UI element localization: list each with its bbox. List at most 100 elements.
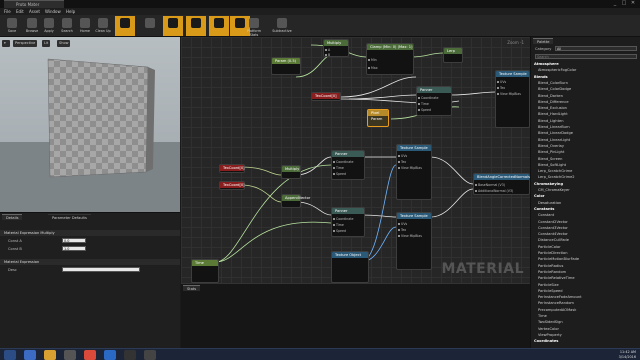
ie-icon[interactable]: [24, 350, 36, 360]
maximize-button[interactable]: □: [621, 1, 627, 6]
palette-item[interactable]: Desaturation: [538, 201, 561, 205]
palette-item[interactable]: AtmosphericFogColor: [538, 68, 576, 72]
palette-item[interactable]: Blend_Overlay: [538, 144, 564, 148]
node-panner-top[interactable]: Panner Coordinate Time Speed: [416, 86, 452, 116]
palette-category[interactable]: Blends: [534, 75, 548, 79]
palette-item[interactable]: PerInstanceFadeAmount: [538, 295, 582, 299]
palette-item[interactable]: Blend_Exclusion: [538, 106, 567, 110]
app-icon[interactable]: [104, 350, 116, 360]
live-preview-toggle[interactable]: [140, 16, 160, 36]
palette-item[interactable]: TwoSidedSign: [538, 320, 563, 324]
palette-item[interactable]: Blend_HardLight: [538, 112, 568, 116]
node-texture-sample-bottom[interactable]: Texture Sample UVs Tex View MipBias: [396, 212, 432, 270]
palette-item[interactable]: Lerp_ScratchGrime2: [538, 175, 575, 179]
start-icon[interactable]: [4, 350, 16, 360]
show-button[interactable]: Show: [57, 40, 71, 47]
palette-item[interactable]: Constant3Vector: [538, 226, 568, 230]
palette-item[interactable]: Lerp_ScratchGrime: [538, 169, 572, 173]
node-append[interactable]: AppendVector: [281, 194, 310, 208]
subtractive-button[interactable]: Subtractive: [271, 16, 293, 36]
palette-item[interactable]: Blend_Difference: [538, 100, 569, 104]
palette-item[interactable]: Blend_Screen: [538, 157, 562, 161]
palette-item[interactable]: ParticleColor: [538, 245, 561, 249]
palette-category[interactable]: Color: [534, 194, 545, 198]
palette-item[interactable]: Blend_LinearLight: [538, 138, 570, 142]
palette-item[interactable]: Constant2Vector: [538, 220, 568, 224]
material-graph[interactable]: Multiply A B Clamp (Min: 0) (Max: 1) Min…: [181, 37, 530, 283]
const-a-field[interactable]: 0.0: [62, 238, 86, 243]
palette-search-input[interactable]: Search: [535, 54, 637, 59]
palette-item[interactable]: PrecomputedAOMask: [538, 308, 576, 312]
tab-parameter-defaults[interactable]: Parameter Defaults: [48, 214, 91, 220]
palette-item[interactable]: CM_ChromaKeyer: [538, 188, 570, 192]
clean-up-button[interactable]: Clean Up: [93, 16, 113, 36]
palette-item[interactable]: ParticleRandom: [538, 270, 566, 274]
palette-item[interactable]: ParticleMotionBlurFade: [538, 257, 579, 261]
node-time-bottom[interactable]: Time: [191, 259, 219, 283]
media-icon[interactable]: [64, 350, 76, 360]
desc-field[interactable]: [62, 267, 140, 272]
viewport-menu-button[interactable]: ▾: [2, 40, 10, 47]
minimize-button[interactable]: _: [612, 1, 618, 6]
palette-item[interactable]: Blend_ColorDodge: [538, 87, 571, 91]
node-texture-object[interactable]: Texture Object: [331, 251, 369, 283]
app2-icon[interactable]: [144, 350, 156, 360]
palette-item[interactable]: VertexColor: [538, 327, 559, 331]
palette-item[interactable]: ViewProperty: [538, 333, 562, 337]
palette-item[interactable]: ParticleSize: [538, 283, 559, 287]
menu-edit[interactable]: Edit: [16, 8, 24, 15]
palette-item[interactable]: ParticleRelativeTime: [538, 276, 575, 280]
node-param-scale[interactable]: Param (0.5): [271, 57, 301, 75]
platform-stats-button[interactable]: Platform Stats: [243, 16, 265, 37]
node-panner-2[interactable]: Panner Coordinate Time Speed: [331, 150, 365, 180]
node-texcoord-top[interactable]: TexCoord[0]: [311, 92, 341, 101]
category-select[interactable]: All: [555, 46, 637, 51]
palette-item[interactable]: Constant4Vector: [538, 232, 568, 236]
live-nodes-toggle[interactable]: [163, 16, 183, 36]
search-button[interactable]: Search: [57, 16, 77, 36]
menu-help[interactable]: Help: [66, 8, 75, 15]
apply-button[interactable]: Apply: [39, 16, 59, 36]
palette-item[interactable]: Blend_PinLight: [538, 150, 564, 154]
node-blend-normals[interactable]: BlendAngleCorrectedNormals BaseNormal (V…: [473, 173, 530, 195]
palette-item[interactable]: Blend_SoftLight: [538, 163, 566, 167]
palette-item[interactable]: Blend_Lighten: [538, 119, 564, 123]
palette-item[interactable]: Blend_Darken: [538, 94, 563, 98]
node-lerp[interactable]: Lerp: [443, 47, 463, 63]
menu-asset[interactable]: Asset: [29, 8, 40, 15]
node-texture-sample-mid[interactable]: Texture Sample UVs Tex View MipBias: [396, 144, 432, 200]
palette-item[interactable]: PerInstanceRandom: [538, 301, 574, 305]
palette-item[interactable]: ParticleDirection: [538, 251, 568, 255]
preview-viewport[interactable]: [0, 37, 180, 212]
node-param-panner[interactable]: Pixel Param: [367, 109, 389, 127]
palette-item[interactable]: Blend_ColorBurn: [538, 81, 568, 85]
node-multiply-top[interactable]: Multiply A B: [323, 39, 349, 57]
home-button[interactable]: Home: [75, 16, 95, 36]
folder-icon[interactable]: [44, 350, 56, 360]
tab-stats[interactable]: Stats: [183, 285, 201, 291]
section-material-expression-multiply[interactable]: Material Expression Multiply: [0, 230, 180, 236]
palette-category[interactable]: Atmosphere: [534, 62, 559, 66]
node-texcoord-2[interactable]: TexCoord[0]: [219, 164, 245, 173]
palette-item[interactable]: ParticleRadius: [538, 264, 563, 268]
section-material-expression[interactable]: Material Expression: [0, 259, 180, 265]
node-texture-sample-top[interactable]: Texture Sample UVs Tex View MipBias: [495, 70, 530, 128]
palette-category[interactable]: Constants: [534, 207, 554, 211]
palette-category[interactable]: Chromakeying: [534, 182, 563, 186]
perspective-button[interactable]: Perspective: [13, 40, 38, 47]
hide-unrelated-toggle[interactable]: [209, 16, 229, 36]
palette-item[interactable]: Constant: [538, 213, 554, 217]
node-multiply-mid[interactable]: Multiply: [281, 165, 301, 179]
palette-item[interactable]: Blend_LinearBurn: [538, 125, 570, 129]
menu-window[interactable]: Window: [45, 8, 61, 15]
chrome-icon[interactable]: [84, 350, 96, 360]
palette-item[interactable]: Time: [538, 314, 547, 318]
lit-button[interactable]: Lit: [42, 40, 51, 47]
node-clamp[interactable]: Clamp (Min: 0) (Max: 1) Min Max: [366, 43, 414, 75]
palette-item[interactable]: ParticleSpeed: [538, 289, 563, 293]
node-panner-3[interactable]: Panner Coordinate Time Speed: [331, 207, 365, 237]
palette-item[interactable]: Blend_LinearDodge: [538, 131, 573, 135]
palette-category[interactable]: Coordinates: [534, 339, 558, 343]
unreal-icon[interactable]: [124, 350, 136, 360]
editor-tab[interactable]: Proto Mater: [4, 0, 64, 8]
